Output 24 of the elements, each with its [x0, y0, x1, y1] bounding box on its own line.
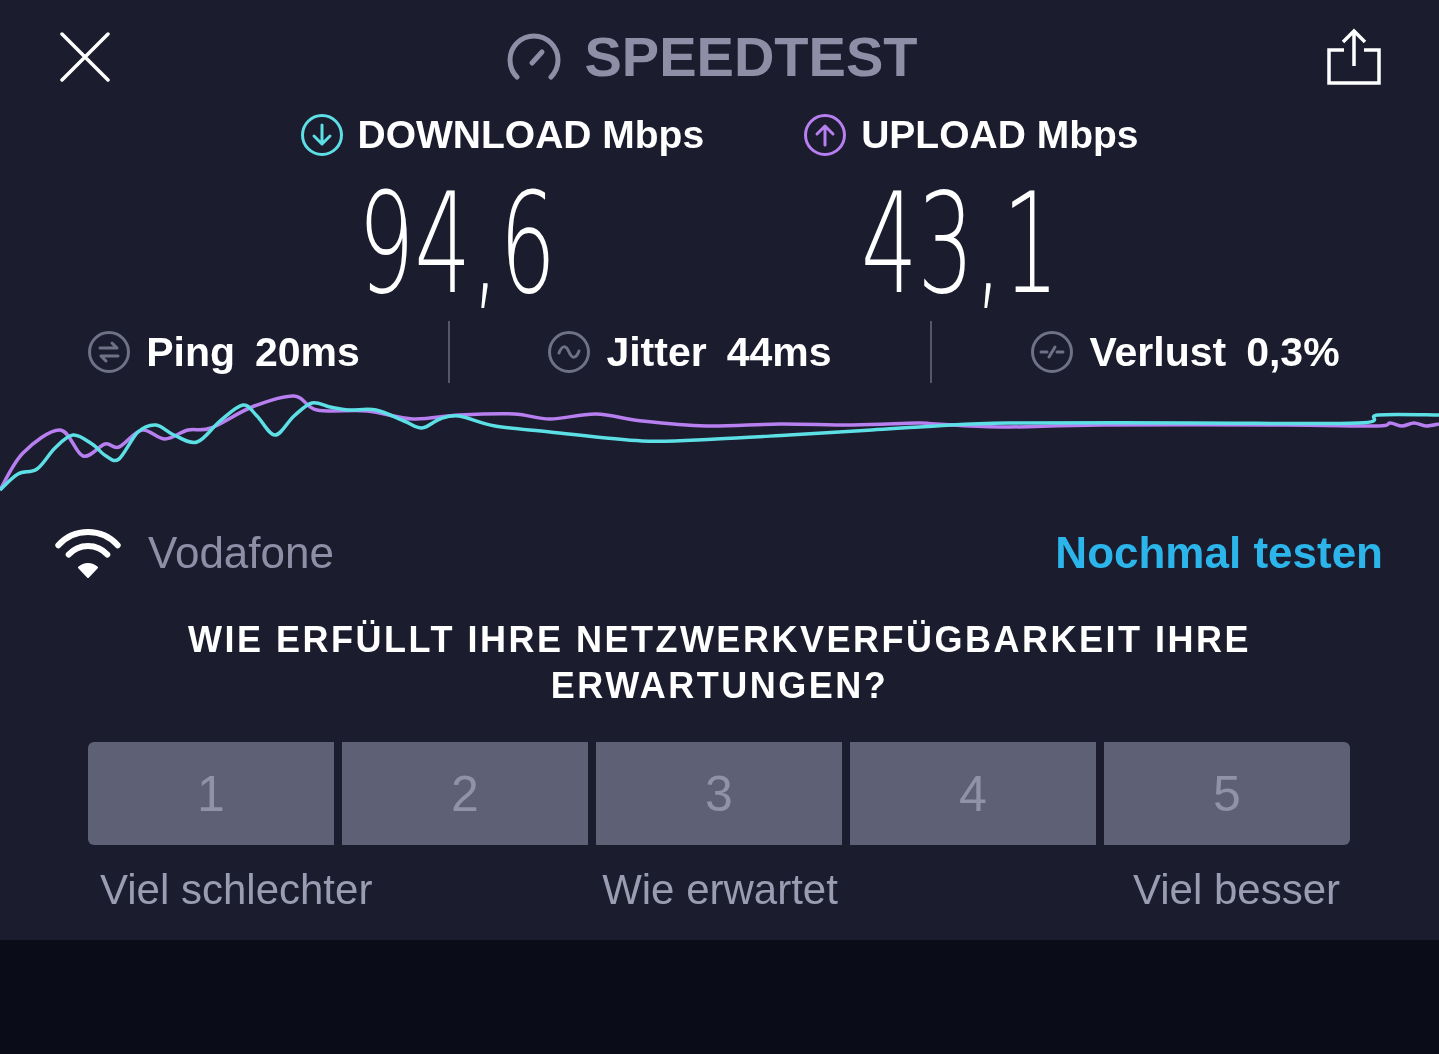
stat-value: 20ms: [254, 328, 360, 376]
swap-arrows-icon: [88, 331, 131, 373]
scale-label: Viel besser: [1133, 866, 1340, 914]
app-title: SPEEDTEST: [584, 24, 918, 89]
close-icon: [60, 31, 110, 82]
share-icon: [1326, 27, 1382, 86]
stat-label: Jitter: [606, 328, 707, 376]
wave-icon: [548, 331, 591, 373]
metric-label: DOWNLOAD Mbps: [357, 113, 705, 157]
scale-label: Viel schlechter: [100, 866, 373, 914]
metric-value: 43,1: [861, 169, 1060, 319]
network-name: Vodafone: [148, 528, 334, 578]
retest-link[interactable]: Nochmal testen: [1055, 528, 1383, 578]
share-button[interactable]: [1326, 27, 1382, 86]
stat-label: Verlust: [1089, 328, 1227, 376]
metric-value: 94,6: [357, 169, 556, 319]
close-button[interactable]: [60, 31, 110, 82]
stat-value: 44ms: [726, 328, 832, 376]
stat-value: 0,3%: [1246, 328, 1340, 376]
stat-label: Ping: [146, 328, 235, 376]
wifi-icon: [55, 528, 121, 578]
survey-question: WIE ERFÜLLT IHRE NETZWERKVERFÜGBARKEIT IHRE ERWARTUNGEN?: [187, 618, 1252, 708]
metric-label: UPLOAD Mbps: [861, 113, 1139, 157]
scale-label: Wie erwartet: [602, 866, 838, 914]
